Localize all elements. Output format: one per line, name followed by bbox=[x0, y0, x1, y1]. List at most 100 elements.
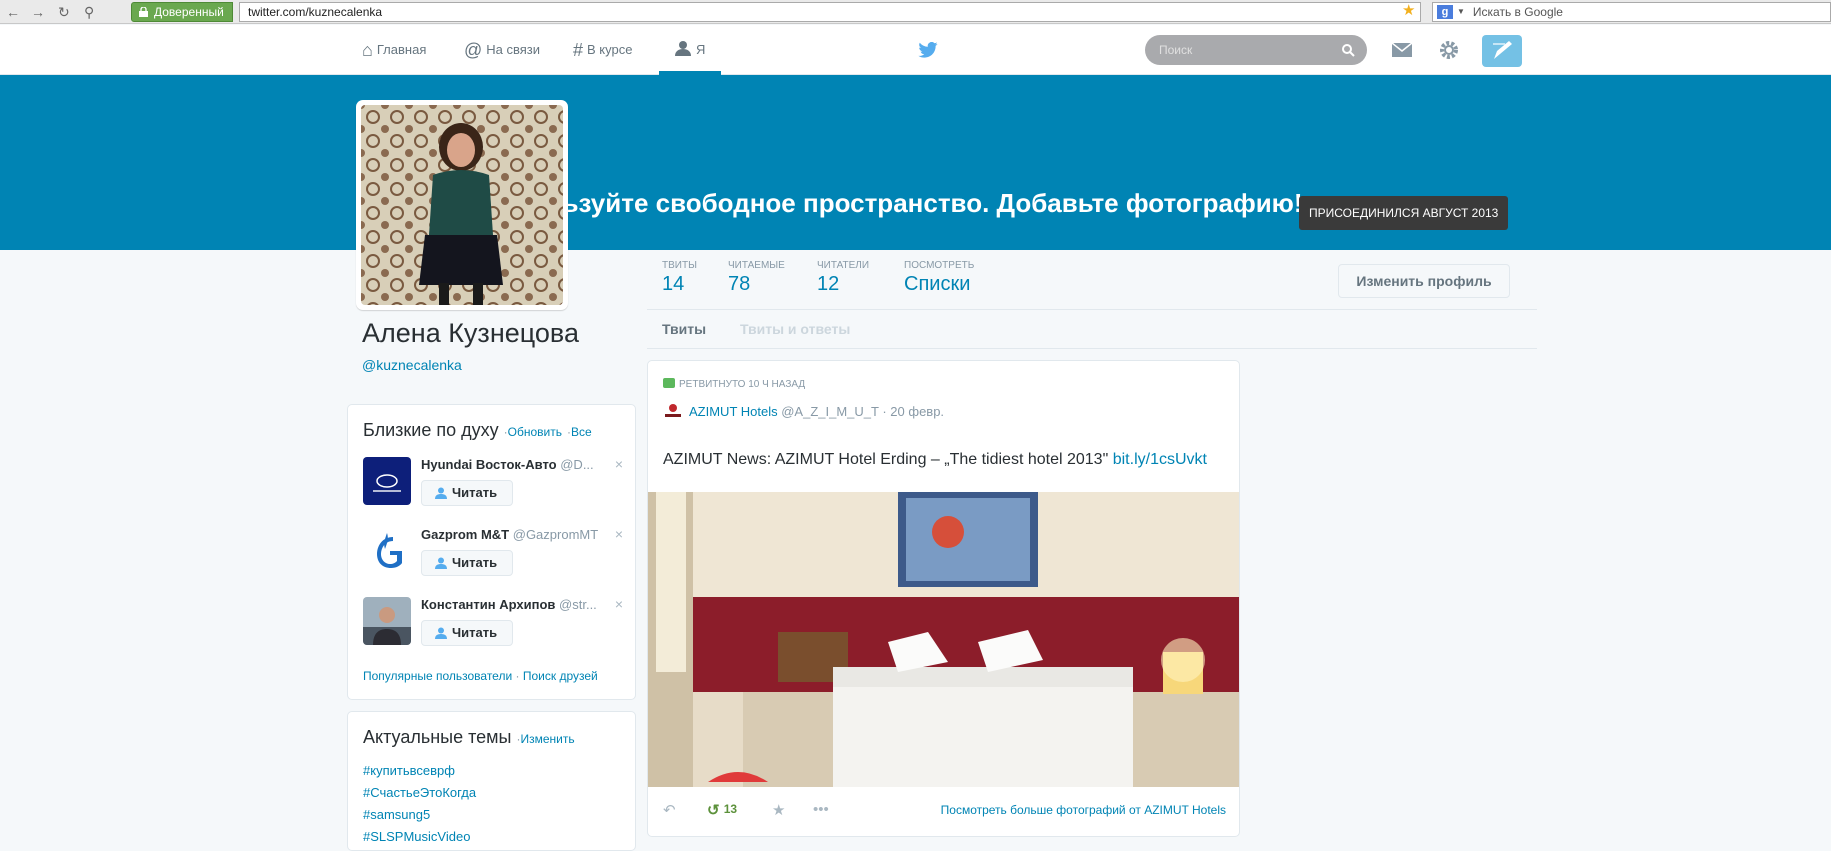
follow-label: Читать bbox=[452, 555, 498, 570]
close-icon[interactable]: × bbox=[615, 526, 623, 542]
retweet-action[interactable]: ↺ 13 bbox=[707, 801, 737, 819]
stat-following[interactable]: ЧИТАЕМЫЕ 78 bbox=[728, 260, 785, 296]
stat-label: ТВИТЫ bbox=[662, 260, 697, 271]
profile-name: Алена Кузнецова bbox=[362, 318, 579, 348]
popular-users-link[interactable]: Популярные пользователи bbox=[363, 669, 512, 683]
reply-icon[interactable]: ↶ bbox=[663, 801, 676, 819]
user-name: Hyundai Восток-Авто bbox=[421, 457, 557, 472]
change-trends-link[interactable]: Изменить bbox=[521, 732, 575, 746]
stat-value: 14 bbox=[662, 273, 685, 295]
close-icon[interactable]: × bbox=[615, 596, 623, 612]
user-name: Gazprom M&T bbox=[421, 527, 510, 542]
separator: · bbox=[515, 669, 520, 683]
banner-message: льзуйте свободное пространство. Добавьте… bbox=[546, 188, 1303, 218]
joined-date-tooltip: ПРИСОЕДИНИЛСЯ АВГУСТ 2013 bbox=[1299, 196, 1509, 230]
chevron-down-icon[interactable]: ▼ bbox=[1457, 3, 1465, 21]
trend-item[interactable]: #samsung5 bbox=[363, 807, 430, 822]
search-input[interactable]: Поиск bbox=[1145, 35, 1367, 65]
stat-tweets[interactable]: ТВИТЫ 14 bbox=[662, 260, 697, 296]
refresh-link[interactable]: Обновить bbox=[508, 425, 562, 439]
edit-profile-button[interactable]: Изменить профиль bbox=[1338, 264, 1510, 298]
bookmark-star-icon[interactable]: ★ bbox=[1402, 2, 1415, 20]
user-handle: @GazpromMT bbox=[512, 527, 599, 542]
more-icon[interactable]: ••• bbox=[813, 801, 829, 818]
suggested-user-avatar[interactable] bbox=[363, 457, 411, 505]
avatar[interactable] bbox=[356, 100, 568, 310]
favorite-star-icon[interactable]: ★ bbox=[772, 801, 785, 819]
hotel-room-photo bbox=[648, 492, 1239, 787]
tweet-link[interactable]: bit.ly/1csUvkt bbox=[1113, 451, 1207, 468]
nav-discover-label: В курсе bbox=[587, 42, 633, 57]
all-link[interactable]: Все bbox=[571, 425, 592, 439]
find-friends-link[interactable]: Поиск друзей bbox=[523, 669, 598, 683]
twitter-bird-icon[interactable] bbox=[918, 42, 938, 58]
person-icon bbox=[675, 41, 691, 56]
who-to-follow-header: Близкие по духу ·Обновить ·Все bbox=[363, 420, 592, 441]
user-photo bbox=[363, 597, 411, 645]
tweet-actions: ↶ ↺ 13 ★ ••• Посмотреть больше фотографи… bbox=[648, 801, 1239, 831]
trends-title: Актуальные темы bbox=[363, 727, 512, 747]
follow-person-icon bbox=[435, 487, 447, 499]
nav-home[interactable]: ⌂ Главная bbox=[362, 25, 426, 75]
stat-label: ПОСМОТРЕТЬ bbox=[904, 260, 975, 271]
tab-tweets-and-replies[interactable]: Твиты и ответы bbox=[740, 321, 850, 337]
suggested-user-name[interactable]: Hyundai Восток-Авто @D... bbox=[421, 457, 594, 472]
url-bar[interactable]: twitter.com/kuznecalenka bbox=[239, 2, 1421, 22]
follow-button[interactable]: Читать bbox=[421, 480, 513, 506]
browser-search-box[interactable]: g ▼ Искать в Google bbox=[1432, 2, 1831, 22]
trends-header: Актуальные темы ·Изменить bbox=[363, 727, 575, 748]
top-navigation: ⌂ Главная @ На связи # В курсе Я Поиск bbox=[0, 25, 1831, 75]
google-icon: g bbox=[1437, 5, 1453, 19]
hash-icon: # bbox=[573, 40, 584, 60]
user-handle: @D... bbox=[560, 457, 594, 472]
tweet[interactable]: РЕТВИТНУТО 10 Ч НАЗАД AZIMUT Hotels @A_Z… bbox=[647, 360, 1240, 837]
nav-me[interactable]: Я bbox=[659, 25, 721, 75]
messages-icon[interactable] bbox=[1389, 38, 1415, 62]
user-name: Константин Архипов bbox=[421, 597, 556, 612]
url-text: twitter.com/kuznecalenka bbox=[248, 5, 383, 19]
compose-icon bbox=[1493, 41, 1512, 59]
more-photos-link[interactable]: Посмотреть больше фотографий от AZIMUT H… bbox=[941, 803, 1226, 817]
stat-followers[interactable]: ЧИТАТЕЛИ 12 bbox=[817, 260, 869, 296]
lock-icon bbox=[139, 7, 148, 17]
back-icon[interactable]: ← bbox=[6, 3, 20, 21]
key-icon[interactable]: ⚲ bbox=[84, 3, 94, 21]
tweet-photo[interactable] bbox=[648, 492, 1239, 787]
tweet-text: AZIMUT News: AZIMUT Hotel Erding – „The … bbox=[663, 451, 1207, 469]
who-to-follow-footer: Популярные пользователи · Поиск друзей bbox=[363, 669, 598, 683]
retweet-context: РЕТВИТНУТО 10 Ч НАЗАД bbox=[663, 378, 805, 390]
user-handle: @str... bbox=[559, 597, 597, 612]
suggested-user-name[interactable]: Константин Архипов @str... bbox=[421, 597, 597, 612]
trend-item[interactable]: #купитьвсеврф bbox=[363, 763, 455, 778]
nav-connect[interactable]: @ На связи bbox=[464, 25, 540, 75]
secure-badge[interactable]: Доверенный bbox=[131, 2, 233, 22]
follow-button[interactable]: Читать bbox=[421, 620, 513, 646]
tweet-author-handle[interactable]: @A_Z_I_M_U_T bbox=[781, 404, 879, 419]
follow-person-icon bbox=[435, 557, 447, 569]
follow-label: Читать bbox=[452, 485, 498, 500]
suggested-user-avatar[interactable] bbox=[363, 527, 411, 575]
nav-discover[interactable]: # В курсе bbox=[573, 25, 632, 75]
close-icon[interactable]: × bbox=[615, 456, 623, 472]
who-to-follow-title: Близкие по духу bbox=[363, 420, 499, 440]
profile-banner: льзуйте свободное пространство. Добавьте… bbox=[0, 75, 1831, 250]
avatar-image bbox=[361, 105, 563, 305]
trends-card: Актуальные темы ·Изменить #купитьвсеврф … bbox=[347, 711, 636, 851]
tweet-author-name[interactable]: AZIMUT Hotels bbox=[689, 404, 778, 419]
compose-tweet-button[interactable] bbox=[1482, 35, 1522, 67]
timeline-tabs: Твиты Твиты и ответы bbox=[647, 311, 1537, 349]
forward-icon[interactable]: → bbox=[31, 3, 45, 21]
tweet-date[interactable]: · 20 февр. bbox=[882, 404, 944, 419]
trend-item[interactable]: #СчастьеЭтоКогда bbox=[363, 785, 476, 800]
azimut-logo[interactable] bbox=[663, 403, 683, 419]
nav-me-label: Я bbox=[696, 42, 706, 57]
suggested-user-avatar[interactable] bbox=[363, 597, 411, 645]
stat-lists[interactable]: ПОСМОТРЕТЬ Списки bbox=[904, 260, 974, 296]
search-icon[interactable] bbox=[1341, 43, 1355, 57]
gear-icon[interactable] bbox=[1436, 38, 1462, 62]
tab-tweets[interactable]: Твиты bbox=[662, 321, 706, 337]
profile-handle[interactable]: @kuznecalenka bbox=[362, 357, 462, 373]
suggested-user-name[interactable]: Gazprom M&T @GazpromMT bbox=[421, 527, 598, 542]
reload-icon[interactable]: ↻ bbox=[58, 3, 70, 21]
follow-button[interactable]: Читать bbox=[421, 550, 513, 576]
